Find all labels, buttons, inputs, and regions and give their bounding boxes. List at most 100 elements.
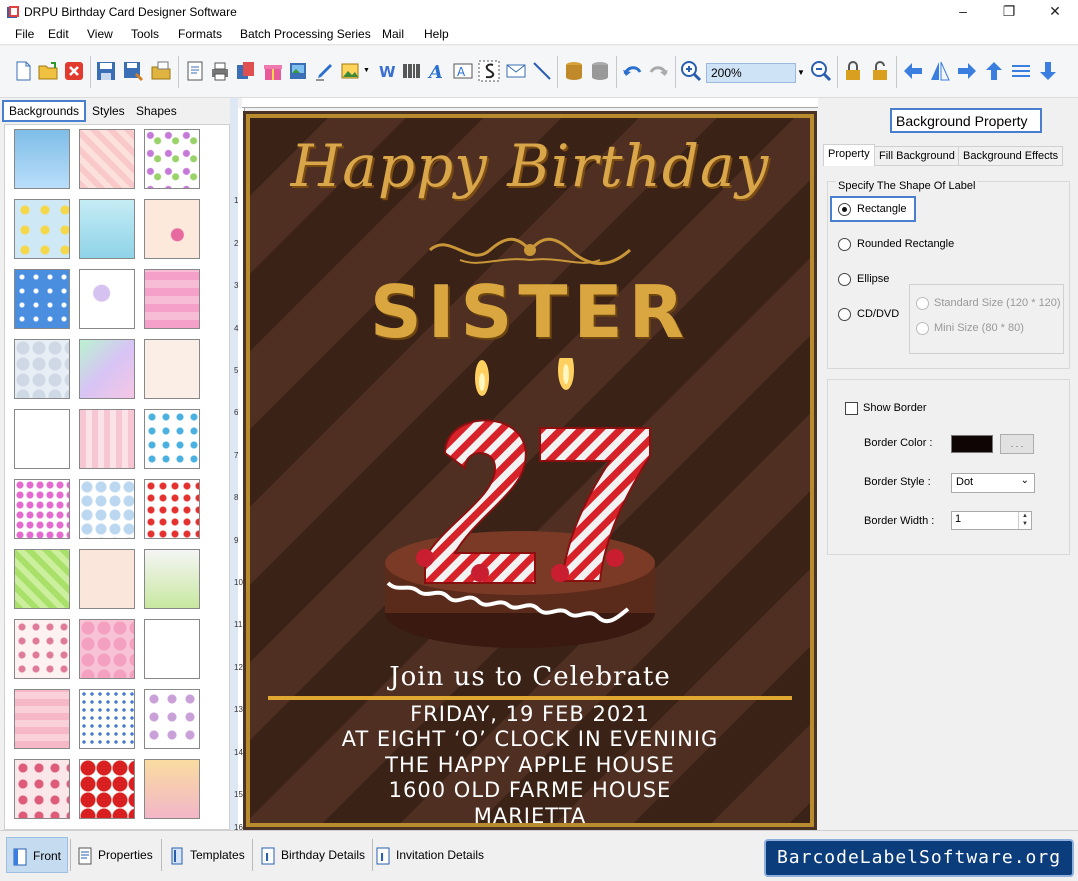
thumbnail-birthday-cake[interactable] [144,759,200,819]
menu-view[interactable]: View [87,27,113,41]
thumbnail-purple-flowers[interactable] [144,689,200,749]
menu-formats[interactable]: Formats [178,27,222,41]
arrow-up-icon[interactable] [983,60,1005,82]
card-detail-venue[interactable]: THE HAPPY APPLE HOUSE [250,753,810,777]
open-template-icon[interactable] [150,60,172,82]
thumbnail-green-stripes[interactable] [14,549,70,609]
redo-icon[interactable] [648,60,670,82]
thumbnail-happy-birthday-text[interactable] [14,409,70,469]
save-icon[interactable] [95,60,117,82]
tab-property[interactable]: Property [823,144,875,166]
thumbnail-pink-hearts-stripes[interactable] [79,409,135,469]
show-border-checkbox[interactable] [845,402,858,415]
new-file-icon[interactable] [12,60,34,82]
thumbnail-teddy-blue[interactable] [79,199,135,259]
text-box-icon[interactable]: A [452,60,474,82]
card-detail-time[interactable]: AT EIGHT ‘O’ CLOCK IN EVENINIG [250,727,810,751]
unlock-icon[interactable] [869,60,891,82]
spinner-arrows-icon[interactable]: ▲ ▼ [1018,512,1031,529]
bottom-tab-invitation-details[interactable]: I Invitation Details [370,837,494,873]
text-icon[interactable]: A [426,60,448,82]
cd-dvd-radio[interactable] [838,308,851,321]
zoom-out-icon[interactable] [810,60,832,82]
thumbnail-sky-clouds[interactable] [14,129,70,189]
thumbnail-pastel-watercolor[interactable] [79,339,135,399]
picture-icon[interactable] [340,60,362,82]
menu-batch-processing[interactable]: Batch Processing Series [240,27,371,41]
thumbnail-flowers[interactable] [14,199,70,259]
close-button[interactable]: ✕ [1032,0,1078,24]
thumbnail-cakes-beige[interactable] [79,549,135,609]
thumbnail-balloon-bunches[interactable] [79,479,135,539]
thumbnail-red-hearts-big[interactable] [79,759,135,819]
zoom-in-icon[interactable] [680,60,702,82]
menu-help[interactable]: Help [424,27,449,41]
arrow-left-icon[interactable] [902,60,924,82]
background-property-button[interactable]: Background Property [890,108,1042,133]
flip-icon[interactable] [929,60,951,82]
bottom-tab-front[interactable]: Front [6,837,68,873]
arrow-right-icon[interactable] [956,60,978,82]
bottom-tab-birthday-details[interactable]: I Birthday Details [255,837,371,873]
pen-icon[interactable] [314,60,336,82]
border-width-spinner[interactable]: 1 ▲ ▼ [951,511,1032,530]
card-detail-city[interactable]: MARIETTA [250,804,810,823]
tab-styles[interactable]: Styles [87,102,130,122]
thumbnail-red-hearts[interactable] [144,479,200,539]
thumbnail-hearts-multicolor[interactable] [14,479,70,539]
menu-edit[interactable]: Edit [48,27,69,41]
rectangle-radio[interactable] [838,203,851,216]
thumbnail-gray-circles[interactable] [14,339,70,399]
thumbnail-balloons[interactable] [79,269,135,329]
card-detail-address[interactable]: 1600 OLD FARME HOUSE [250,778,810,802]
close-document-icon[interactable] [63,60,85,82]
border-style-select[interactable]: Dot ⌄ [951,473,1035,493]
card-relation[interactable]: SISTER [250,270,810,354]
thumbnail-faded-cream[interactable] [144,339,200,399]
thumbnail-cupcakes[interactable] [14,759,70,819]
database-icon[interactable] [563,60,585,82]
thumbnail-pink-pattern[interactable] [79,129,135,189]
thumbnail-pink-hearts[interactable] [79,619,135,679]
gift-box-icon[interactable] [262,60,284,82]
open-folder-icon[interactable] [37,60,59,82]
cake-candles-icon[interactable] [370,358,670,658]
thumbnail-bird-balloons[interactable] [144,199,200,259]
ellipse-radio[interactable] [838,273,851,286]
card-detail-date[interactable]: FRIDAY, 19 FEB 2021 [250,702,810,726]
print-icon[interactable] [209,60,231,82]
border-color-swatch[interactable] [951,435,993,453]
thumbnail-party-hats[interactable] [144,619,200,679]
thumbnail-pink-gifts[interactable] [144,269,200,329]
word-art-icon[interactable]: W [377,60,399,82]
copy-icon[interactable] [235,60,257,82]
border-color-browse-button[interactable]: . . . [1000,434,1034,454]
chevron-down-icon[interactable]: ▼ [796,63,806,83]
left-panel-scrollbar[interactable] [230,98,238,830]
menu-mail[interactable]: Mail [382,27,404,41]
thumbnail-confetti-grass[interactable] [144,549,200,609]
birthday-card[interactable]: Happy Birthday SISTER Join us to Celebra… [243,111,817,830]
bottom-tab-templates[interactable]: Templates [164,837,250,873]
tab-fill-background[interactable]: Fill Background [874,146,960,166]
undo-icon[interactable] [621,60,643,82]
card-invite-text[interactable]: Join us to Celebrate [250,662,810,692]
tab-background-effects[interactable]: Background Effects [958,146,1064,166]
line-icon[interactable] [531,60,553,82]
rounded-rectangle-radio[interactable] [838,238,851,251]
properties-doc-icon[interactable] [184,60,206,82]
signature-icon[interactable] [478,60,500,82]
thumbnail-confetti-dots[interactable] [79,689,135,749]
menu-file[interactable]: File [15,27,34,41]
lock-icon[interactable] [842,60,864,82]
card-title[interactable]: Happy Birthday [250,132,810,200]
align-icon[interactable] [1010,60,1032,82]
zoom-input[interactable]: 200% [706,63,796,83]
thumbnail-colorful-balloons[interactable] [144,409,200,469]
barcode-icon[interactable] [401,60,423,82]
arrow-down-icon[interactable] [1037,60,1059,82]
mail-icon[interactable] [505,60,527,82]
save-as-icon[interactable] [122,60,144,82]
database-gray-icon[interactable] [589,60,611,82]
minimize-button[interactable]: – [940,0,986,24]
